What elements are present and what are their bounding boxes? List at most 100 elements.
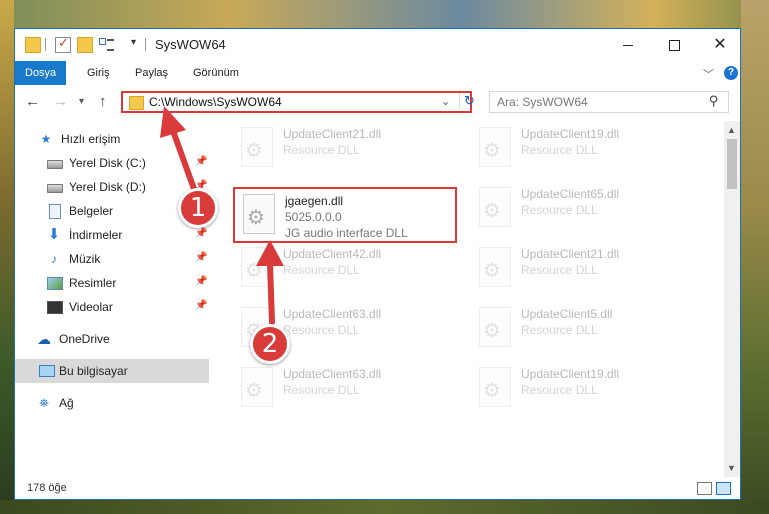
- list-item[interactable]: UpdateClient65.dll Resource DLL: [471, 183, 691, 233]
- up-arrow-icon[interactable]: ↑: [99, 93, 107, 110]
- expand-ribbon-icon[interactable]: ﹀: [703, 66, 714, 82]
- file-explorer-window: ▾ SysWOW64 ✕ Dosya Giriş Paylaş Görünüm …: [14, 28, 741, 500]
- file-type: Resource DLL: [283, 323, 360, 337]
- search-icon[interactable]: ⚲: [709, 93, 719, 109]
- disk-icon: [47, 160, 63, 169]
- file-name: UpdateClient42.dll: [283, 247, 382, 261]
- file-list: UpdateClient21.dll Resource DLL UpdateCl…: [209, 121, 724, 477]
- dll-file-icon: [243, 194, 275, 234]
- toolbar-divider: [45, 38, 46, 51]
- dll-file-icon: [479, 307, 511, 347]
- list-item[interactable]: UpdateClient63.dll Resource DLL: [233, 363, 453, 413]
- tiles-view-icon[interactable]: [716, 482, 731, 495]
- sidebar-item-label: İndirmeler: [69, 228, 123, 242]
- close-button[interactable]: ✕: [697, 29, 740, 61]
- sidebar-item-label: Resimler: [69, 276, 117, 290]
- sidebar-item-label: OneDrive: [59, 332, 110, 346]
- file-name: UpdateClient63.dll: [283, 367, 382, 381]
- sidebar-item-local-disk-d[interactable]: Yerel Disk (D:) 📌: [15, 175, 209, 199]
- step-2-badge: 2: [250, 324, 290, 364]
- file-name: UpdateClient19.dll: [521, 367, 620, 381]
- scroll-down-icon[interactable]: ▼: [727, 463, 736, 473]
- quick-access-dropdown-icon[interactable]: ▾: [131, 37, 136, 48]
- video-icon: [47, 301, 63, 314]
- file-type: Resource DLL: [521, 323, 598, 337]
- file-name: UpdateClient5.dll: [521, 307, 613, 321]
- properties-icon[interactable]: [99, 37, 115, 51]
- sidebar-item-this-pc[interactable]: Bu bilgisayar: [15, 359, 209, 383]
- title-divider: [145, 38, 146, 51]
- pin-icon[interactable]: 📌: [195, 300, 207, 311]
- scroll-thumb[interactable]: [727, 139, 737, 189]
- sidebar-item-videos[interactable]: Videolar 📌: [15, 295, 209, 319]
- tab-dosya[interactable]: Dosya: [15, 61, 67, 85]
- address-path[interactable]: C:\Windows\SysWOW64: [149, 95, 282, 109]
- tab-paylas[interactable]: Paylaş: [125, 61, 178, 85]
- window-title: SysWOW64: [155, 37, 226, 52]
- computer-icon: [39, 365, 55, 377]
- music-icon: ♪: [51, 252, 57, 266]
- dll-file-icon: [479, 187, 511, 227]
- details-view-icon[interactable]: [697, 482, 712, 495]
- file-type: Resource DLL: [521, 203, 598, 217]
- file-name: UpdateClient65.dll: [521, 187, 620, 201]
- file-type: Resource DLL: [283, 143, 360, 157]
- sidebar-item-onedrive[interactable]: ☁ OneDrive: [15, 327, 209, 351]
- sidebar-item-label: Belgeler: [69, 204, 114, 218]
- sidebar-item-music[interactable]: ♪ Müzik 📌: [15, 247, 209, 271]
- sidebar-item-downloads[interactable]: ⬇ İndirmeler 📌: [15, 223, 209, 247]
- back-arrow-icon[interactable]: ←: [25, 93, 40, 110]
- refresh-icon[interactable]: ↻: [459, 93, 475, 109]
- sidebar-item-pictures[interactable]: Resimler 📌: [15, 271, 209, 295]
- file-version: 5025.0.0.0: [285, 210, 342, 224]
- cloud-icon: ☁: [37, 331, 51, 347]
- scroll-up-icon[interactable]: ▲: [727, 125, 736, 135]
- desktop-wallpaper-bottom: [0, 500, 769, 514]
- list-item[interactable]: UpdateClient21.dll Resource DLL: [471, 243, 691, 293]
- maximize-button[interactable]: [651, 29, 697, 61]
- address-dropdown-icon[interactable]: ⌄: [441, 95, 450, 108]
- pin-icon[interactable]: 📌: [195, 252, 207, 263]
- file-type: Resource DLL: [521, 143, 598, 157]
- help-icon[interactable]: ?: [724, 66, 738, 80]
- item-count: 178 öğe: [27, 482, 67, 494]
- list-item[interactable]: UpdateClient19.dll Resource DLL: [471, 363, 691, 413]
- file-name: UpdateClient19.dll: [521, 127, 620, 141]
- minimize-button[interactable]: [605, 29, 651, 61]
- download-icon: ⬇: [47, 226, 61, 243]
- sidebar-item-label: Ağ: [59, 396, 74, 410]
- list-item[interactable]: UpdateClient42.dll Resource DLL: [233, 243, 453, 293]
- vertical-scrollbar[interactable]: ▲ ▼: [724, 121, 740, 477]
- star-icon: ★: [40, 132, 52, 146]
- address-bar[interactable]: C:\Windows\SysWOW64 ⌄ ↻: [121, 91, 475, 113]
- desktop-wallpaper-top: [0, 0, 769, 28]
- file-name: UpdateClient63.dll: [283, 307, 382, 321]
- sidebar-item-network[interactable]: ⛯ Ağ: [15, 391, 209, 415]
- properties-check-icon[interactable]: [55, 35, 71, 53]
- search-placeholder: Ara: SysWOW64: [497, 95, 588, 109]
- sidebar-item-quick-access[interactable]: ★ Hızlı erişim: [15, 127, 209, 151]
- forward-arrow-icon[interactable]: →: [53, 93, 68, 110]
- search-input[interactable]: Ara: SysWOW64 ⚲: [489, 91, 729, 113]
- network-icon: ⛯: [39, 396, 49, 410]
- recent-locations-dropdown-icon[interactable]: ▾: [79, 96, 84, 107]
- dll-file-icon: [241, 367, 273, 407]
- ribbon-tabs: Dosya Giriş Paylaş Görünüm ﹀ ?: [15, 61, 740, 86]
- sidebar-item-local-disk-c[interactable]: Yerel Disk (C:) 📌: [15, 151, 209, 175]
- tab-giris[interactable]: Giriş: [77, 61, 120, 85]
- step-1-badge: 1: [178, 188, 218, 228]
- desktop-wallpaper-left: [0, 0, 14, 514]
- pin-icon[interactable]: 📌: [195, 276, 207, 287]
- list-item[interactable]: UpdateClient5.dll Resource DLL: [471, 303, 691, 353]
- file-type: Resource DLL: [521, 263, 598, 277]
- list-item[interactable]: UpdateClient19.dll Resource DLL: [471, 123, 691, 173]
- tab-gorunum[interactable]: Görünüm: [183, 61, 249, 85]
- sidebar-item-label: Videolar: [69, 300, 113, 314]
- file-name: UpdateClient21.dll: [283, 127, 382, 141]
- new-folder-icon[interactable]: [77, 37, 93, 53]
- pin-icon[interactable]: 📌: [195, 156, 207, 167]
- list-item[interactable]: jgaegen.dll 5025.0.0.0 JG audio interfac…: [235, 190, 455, 240]
- highlighted-file[interactable]: jgaegen.dll 5025.0.0.0 JG audio interfac…: [233, 187, 457, 243]
- pin-icon[interactable]: 📌: [195, 228, 207, 239]
- list-item[interactable]: UpdateClient21.dll Resource DLL: [233, 123, 453, 173]
